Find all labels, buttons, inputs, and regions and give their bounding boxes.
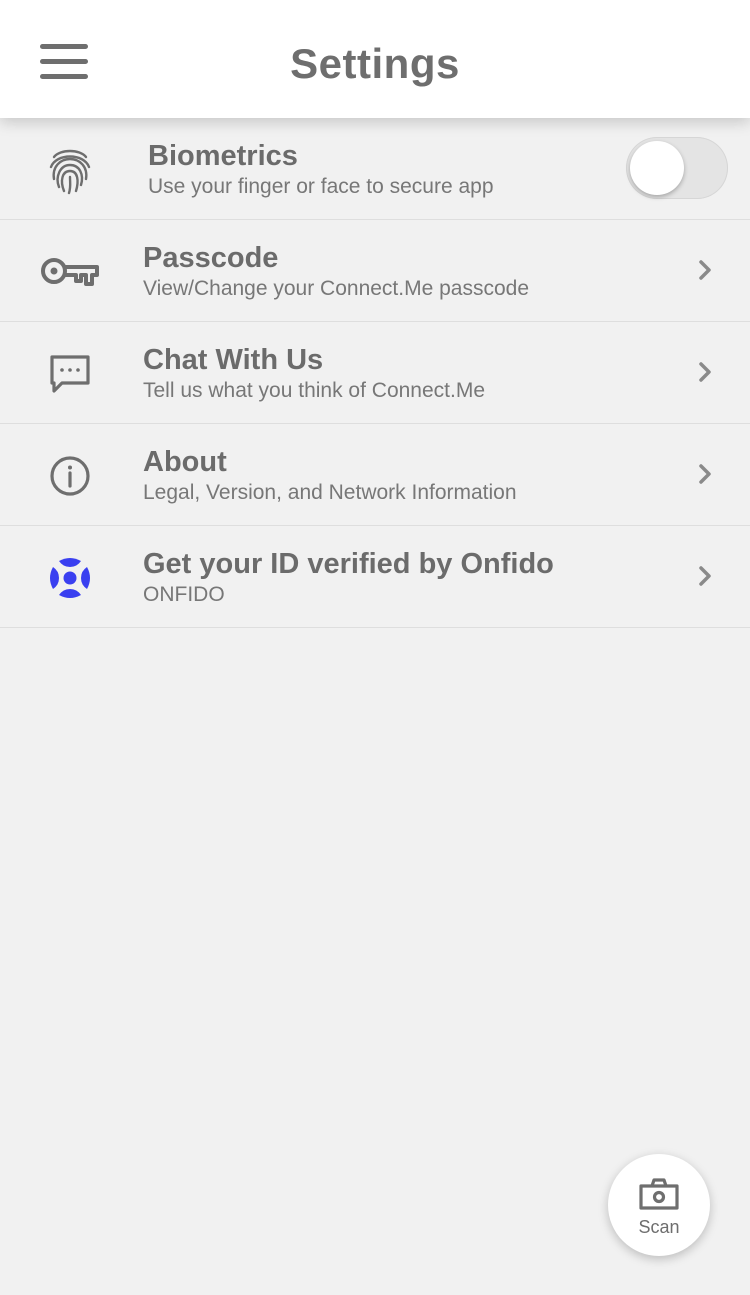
page-title: Settings xyxy=(290,40,460,87)
settings-item-subtitle: Legal, Version, and Network Information xyxy=(143,481,517,504)
settings-item-subtitle: Use your finger or face to secure app xyxy=(148,175,494,198)
chevron-right-icon xyxy=(699,260,711,280)
toggle-knob xyxy=(630,141,684,195)
settings-item-passcode[interactable]: Passcode View/Change your Connect.Me pas… xyxy=(0,220,750,322)
settings-item-onfido[interactable]: Get your ID verified by Onfido ONFIDO xyxy=(0,526,750,628)
settings-item-biometrics[interactable]: Biometrics Use your finger or face to se… xyxy=(0,118,750,220)
settings-item-title: Biometrics xyxy=(148,140,298,172)
chevron-right-icon xyxy=(699,464,711,484)
settings-item-title: Get your ID verified by Onfido xyxy=(143,548,554,580)
settings-item-about[interactable]: About Legal, Version, and Network Inform… xyxy=(0,424,750,526)
settings-list: Biometrics Use your finger or face to se… xyxy=(0,118,750,628)
app-header: Settings xyxy=(0,0,750,118)
onfido-logo-icon xyxy=(34,550,106,606)
settings-item-subtitle: ONFIDO xyxy=(143,583,225,606)
scan-label: Scan xyxy=(638,1217,680,1237)
scan-button[interactable]: Scan xyxy=(608,1154,710,1256)
fingerprint-icon xyxy=(34,142,106,198)
info-icon xyxy=(34,448,106,504)
chevron-right-icon xyxy=(699,362,711,382)
key-icon xyxy=(34,244,106,300)
settings-item-subtitle: Tell us what you think of Connect.Me xyxy=(143,379,486,402)
chevron-right-icon xyxy=(699,566,711,586)
settings-item-title: Passcode xyxy=(143,242,279,274)
camera-icon xyxy=(639,1178,679,1210)
settings-item-chat[interactable]: Chat With Us Tell us what you think of C… xyxy=(0,322,750,424)
settings-item-title: Chat With Us xyxy=(143,344,324,376)
settings-item-title: About xyxy=(143,446,227,478)
biometrics-toggle[interactable] xyxy=(626,137,728,199)
settings-item-subtitle: View/Change your Connect.Me passcode xyxy=(143,277,530,300)
chat-icon xyxy=(34,346,106,402)
